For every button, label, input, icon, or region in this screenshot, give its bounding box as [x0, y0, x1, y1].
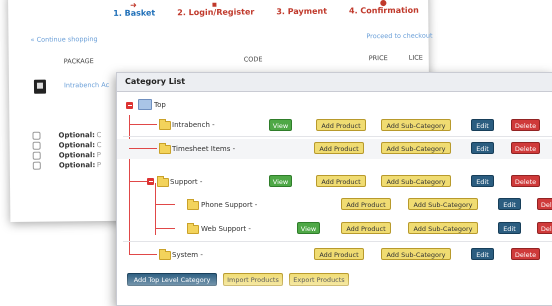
add-sub-category-button[interactable]: Add Sub-Category	[381, 175, 451, 187]
view-button[interactable]: View	[269, 175, 292, 187]
basket-icon: ➜	[130, 0, 137, 10]
continue-shopping-link[interactable]: « Continue shopping	[30, 35, 97, 44]
proceed-checkout-link[interactable]: Proceed to checkout	[366, 32, 432, 41]
folder-icon	[187, 199, 199, 210]
step-login-label: 2. Login/Register	[177, 7, 255, 18]
package-name-link[interactable]: Intrabench Ac	[64, 81, 109, 89]
step-payment[interactable]: 3. Payment	[276, 0, 328, 17]
optional-checkbox[interactable]	[32, 151, 41, 160]
tree-row-timesheet-items: Timesheet Items - Add Product Add Sub-Ca…	[117, 139, 552, 159]
login-icon: ▪	[211, 0, 218, 9]
view-button[interactable]: View	[269, 119, 292, 131]
step-payment-label: 3. Payment	[276, 6, 328, 17]
edit-button[interactable]: Edit	[471, 175, 494, 187]
payment-icon	[298, 0, 306, 5]
collapse-toggle-icon[interactable]	[126, 102, 133, 109]
add-sub-category-button[interactable]: Add Sub-Category	[381, 142, 451, 154]
add-sub-category-button[interactable]: Add Sub-Category	[381, 119, 451, 131]
col-code: CODE	[243, 55, 263, 64]
folder-icon	[159, 143, 171, 154]
tree-row-support: Support - View Add Product Add Sub-Categ…	[117, 172, 552, 192]
category-label: Support -	[170, 178, 203, 186]
category-label: Phone Support -	[201, 201, 258, 209]
import-products-button[interactable]: Import Products	[223, 273, 283, 286]
tree-row-top: Top	[117, 95, 552, 115]
collapse-toggle-icon[interactable]	[147, 178, 154, 185]
add-product-button[interactable]: Add Product	[316, 175, 366, 187]
edit-button[interactable]: Edit	[471, 119, 494, 131]
add-product-button[interactable]: Add Product	[341, 198, 391, 210]
col-licence: LICE	[408, 53, 423, 62]
optional-row: Optional:C	[32, 141, 102, 150]
category-label: Intrabench -	[172, 121, 215, 129]
package-icon	[33, 79, 47, 94]
tree-row-system: System - Add Product Add Sub-Category Ed…	[117, 245, 552, 265]
add-sub-category-button[interactable]: Add Sub-Category	[408, 198, 478, 210]
add-product-button[interactable]: Add Product	[314, 248, 364, 260]
optional-row: Optional:C	[32, 131, 101, 140]
col-price: PRICE	[368, 54, 388, 63]
delete-button[interactable]: Delete	[537, 222, 552, 234]
step-basket[interactable]: ➜ 1. Basket	[113, 0, 156, 18]
tree-row-web-support: Web Support - View Add Product Add Sub-C…	[117, 219, 552, 239]
delete-button[interactable]: Delete	[511, 248, 540, 260]
edit-button[interactable]: Edit	[471, 142, 494, 154]
optional-checkbox[interactable]	[32, 141, 41, 150]
add-sub-category-button[interactable]: Add Sub-Category	[408, 222, 478, 234]
tree-row-intrabench: Intrabench - View Add Product Add Sub-Ca…	[117, 115, 552, 135]
delete-button[interactable]: Delete	[537, 198, 552, 210]
basket-table-header: PACKAGE CODE PRICE LICE	[64, 54, 429, 66]
optional-row: Optional:P	[32, 161, 101, 170]
step-basket-label: 1. Basket	[113, 8, 156, 18]
delete-button[interactable]: Delete	[511, 175, 540, 187]
edit-button[interactable]: Edit	[498, 222, 521, 234]
category-label: System -	[172, 251, 203, 259]
folder-icon	[159, 119, 171, 130]
category-list-panel: Category List Top Intrabench - View Add …	[116, 72, 552, 306]
category-label: Web Support -	[201, 225, 251, 233]
col-package: PACKAGE	[63, 57, 94, 66]
step-login[interactable]: ▪ 2. Login/Register	[177, 0, 254, 17]
edit-button[interactable]: Edit	[498, 198, 521, 210]
delete-button[interactable]: Delete	[511, 142, 540, 154]
folder-icon	[157, 176, 169, 187]
edit-button[interactable]: Edit	[471, 248, 494, 260]
view-button[interactable]: View	[297, 222, 320, 234]
add-top-level-category-button[interactable]: Add Top Level Category	[127, 273, 217, 286]
category-label: Timesheet Items -	[172, 145, 236, 153]
tree-row-phone-support: Phone Support - Add Product Add Sub-Cate…	[117, 195, 552, 215]
category-label: Top	[154, 101, 166, 109]
add-sub-category-button[interactable]: Add Sub-Category	[381, 248, 451, 260]
optional-checkbox[interactable]	[32, 161, 41, 170]
confirmation-icon: ●	[379, 0, 387, 8]
export-products-button[interactable]: Export Products	[289, 273, 349, 286]
folder-icon	[187, 223, 199, 234]
computer-icon	[138, 99, 152, 110]
add-product-button[interactable]: Add Product	[316, 119, 366, 131]
folder-icon	[159, 249, 171, 260]
delete-button[interactable]: Delete	[511, 119, 540, 131]
optional-checkbox[interactable]	[32, 131, 41, 140]
checkout-steps: ➜ 1. Basket ▪ 2. Login/Register 3. Payme…	[113, 0, 419, 18]
optional-row: Optional:P	[32, 151, 101, 160]
step-confirmation[interactable]: ● 4. Confirmation	[349, 0, 419, 15]
step-confirmation-label: 4. Confirmation	[348, 5, 419, 16]
add-product-button[interactable]: Add Product	[314, 142, 364, 154]
panel-title: Category List	[117, 73, 552, 92]
add-product-button[interactable]: Add Product	[341, 222, 391, 234]
